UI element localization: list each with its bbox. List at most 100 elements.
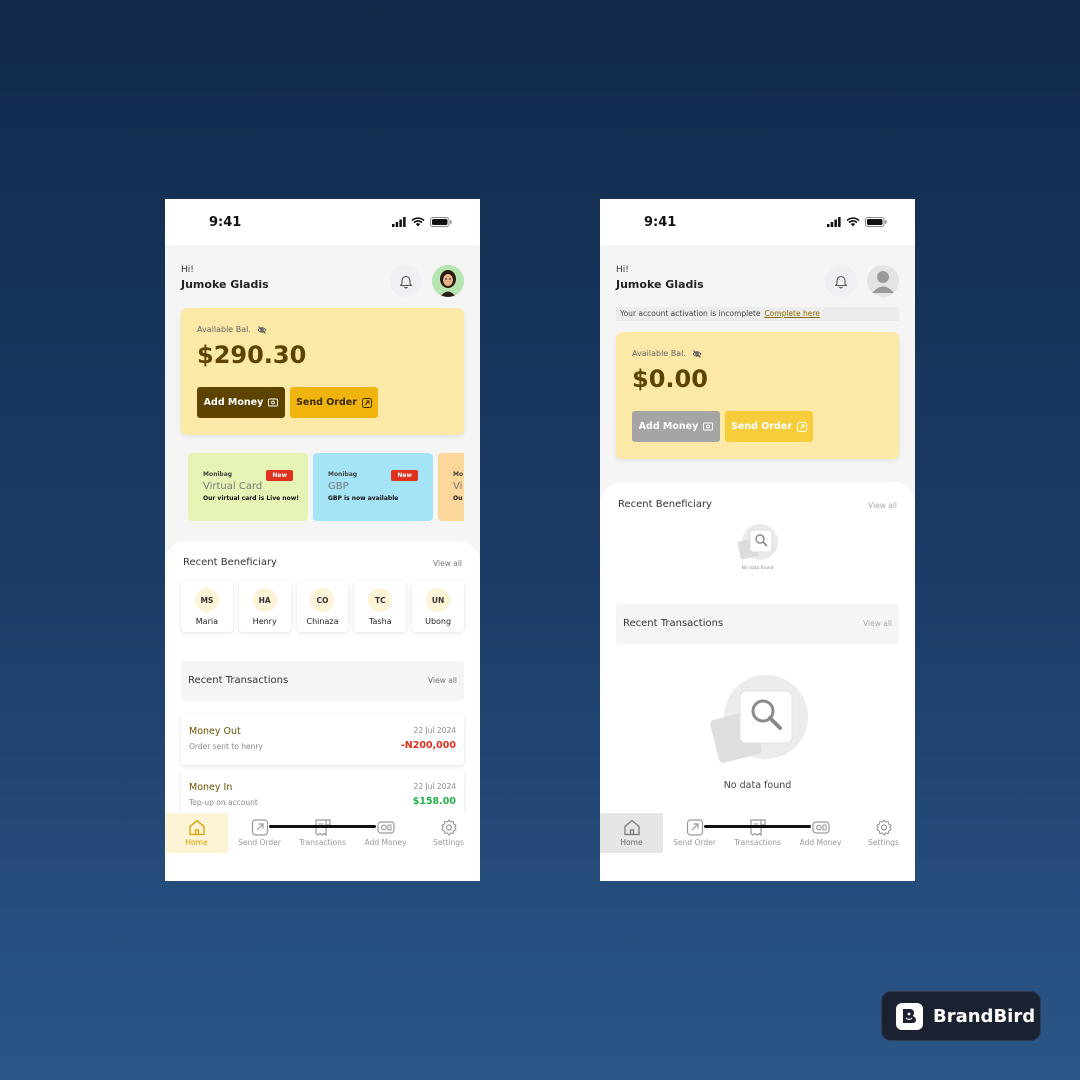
nav-settings[interactable]: Settings [852,813,915,853]
beneficiary-view-all-link[interactable]: View all [868,501,897,510]
nav-add-money[interactable]: Add Money [789,813,852,853]
home-screen-empty: Hi! Jumoke Gladis Your account activatio… [600,245,915,881]
avatar-image [432,265,464,297]
nav-home[interactable]: Home [600,813,663,853]
transaction-amount: -N200,000 [400,740,456,751]
nav-label: Send Order [238,838,281,847]
brandbird-badge: BrandBird [881,991,1041,1041]
signal-icon [827,217,841,227]
add-money-icon [811,821,830,834]
transactions-empty-text: No data found [723,780,792,791]
nav-label: Home [185,838,208,847]
eye-off-icon[interactable] [257,325,267,334]
transaction-item[interactable]: Money Out Order sent to henry 22 Jul 202… [181,714,464,765]
transaction-title: Money Out [189,726,241,737]
nav-label: Send Order [673,838,716,847]
beneficiary-initials: CO [310,588,335,612]
notifications-button[interactable] [825,265,857,297]
transaction-date: 22 Jul 2024 [413,782,456,791]
bell-icon [399,275,413,288]
beneficiary-item[interactable]: MS Maria [181,581,233,632]
beneficiary-item[interactable]: HA Henry [238,581,291,632]
balance-label-row: Available Bal. [632,349,702,358]
send-icon [361,397,372,408]
notifications-button[interactable] [390,265,422,297]
promo-brand: Mo [453,471,464,478]
beneficiary-item[interactable]: UN Ubong [412,581,464,632]
status-bar: 9:41 [600,199,915,245]
add-money-button-disabled[interactable]: Add Money [632,411,720,442]
send-icon [796,421,807,432]
nav-label: Add Money [799,838,842,847]
balance-label-row: Available Bal. [197,325,267,334]
send-order-icon [251,819,268,836]
nav-send-order[interactable]: Send Order [228,813,291,853]
transaction-description: Top-up on account [189,798,258,807]
home-icon [188,819,205,836]
recent-beneficiary-title: Recent Beneficiary [183,557,277,568]
send-order-button[interactable]: Send Order [290,387,378,418]
transactions-view-all-link[interactable]: View all [863,619,892,628]
nav-label: Transactions [734,838,781,847]
brandbird-label: BrandBird [933,1005,1036,1027]
beneficiary-view-all-link[interactable]: View all [433,559,462,568]
avatar[interactable] [432,265,464,297]
home-indicator [704,825,811,828]
status-bar: 9:41 [165,199,480,245]
home-icon [623,819,640,836]
balance-label: Available Bal. [197,325,251,334]
promo-card-partial[interactable]: Mo Vi Ou [438,453,464,521]
nav-send-order[interactable]: Send Order [663,813,726,853]
promo-carousel[interactable]: Monibag Virtual Card Our virtual card is… [188,453,464,521]
promo-title: GBP [328,481,349,492]
beneficiary-initials: TC [368,588,393,612]
send-order-button-disabled[interactable]: Send Order [725,411,813,442]
nav-home[interactable]: Home [165,813,228,853]
brandbird-logo-icon [896,1002,923,1030]
recent-transactions-header: Recent Transactions View all [616,604,899,644]
beneficiary-empty-text: No data found [741,566,774,571]
beneficiary-name: Tasha [368,617,392,626]
signal-icon [392,217,406,227]
send-order-label: Send Order [731,421,792,432]
phone-right: 9:41 Hi! Jumoke Gladis Your account acti… [600,199,915,881]
settings-icon [440,819,457,836]
balance-card: Available Bal. $290.30 Add Money Send Or… [181,308,464,435]
status-time: 9:41 [644,214,677,230]
new-badge: New [391,470,418,481]
nav-label: Settings [868,838,899,847]
promo-card-gbp[interactable]: Monibag GBP GBP is now available New [313,453,433,521]
promo-subtitle: Our virtual card is Live now! [203,495,299,502]
money-icon [703,422,714,431]
phone-left: 9:41 Hi! Jumoke Gladis Available Bal. $2… [165,199,480,881]
recent-transactions-header: Recent Transactions View all [181,661,464,701]
beneficiary-name: Ubong [425,617,452,626]
home-indicator [269,825,376,828]
nav-label: Settings [433,838,464,847]
nav-add-money[interactable]: Add Money [354,813,417,853]
wifi-icon [411,217,425,227]
avatar-placeholder[interactable] [867,265,899,297]
send-order-label: Send Order [296,397,357,408]
nav-settings[interactable]: Settings [417,813,480,853]
nav-transactions[interactable]: Transactions [291,813,354,853]
promo-card-virtual-card[interactable]: Monibag Virtual Card Our virtual card is… [188,453,308,521]
beneficiary-item[interactable]: TC Tasha [354,581,407,632]
header: Hi! Jumoke Gladis [616,265,899,301]
add-money-button[interactable]: Add Money [197,387,285,418]
status-icons [392,217,452,227]
recent-beneficiary-title: Recent Beneficiary [618,499,712,510]
transaction-date: 22 Jul 2024 [413,726,456,735]
eye-off-icon[interactable] [692,349,702,358]
money-icon [268,398,279,407]
complete-activation-link[interactable]: Complete here [764,309,819,318]
beneficiary-name: Maria [195,617,218,626]
home-screen: Hi! Jumoke Gladis Available Bal. $290.30… [165,245,480,881]
add-money-icon [376,821,395,834]
balance-card: Available Bal. $0.00 Add Money Send Orde… [616,332,899,459]
activation-banner: Your account activation is incomplete Com… [616,307,899,321]
transactions-view-all-link[interactable]: View all [428,676,457,685]
nav-transactions[interactable]: Transactions [726,813,789,853]
bottom-nav: Home Send Order Transactions Add Money S… [600,813,915,853]
beneficiary-item[interactable]: CO Chinaza [296,581,349,632]
